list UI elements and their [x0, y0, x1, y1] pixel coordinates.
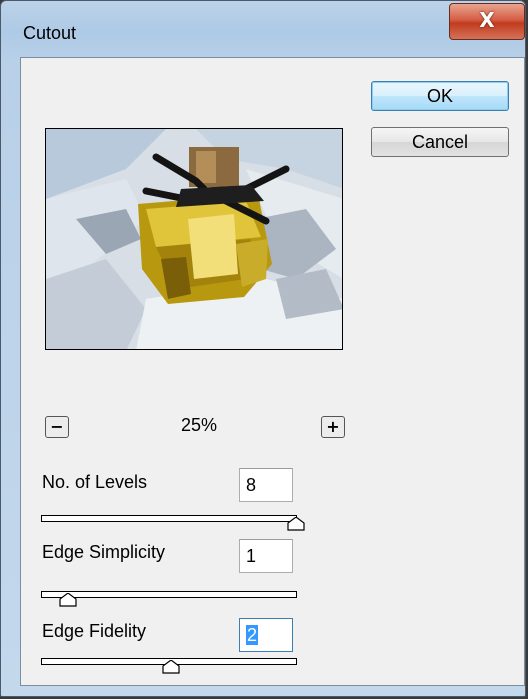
edge-simplicity-slider[interactable]: [41, 591, 297, 598]
preview-image[interactable]: [45, 128, 343, 350]
plus-icon: +: [326, 417, 340, 436]
edge-simplicity-slider-thumb[interactable]: [59, 593, 77, 607]
edge-fidelity-field[interactable]: 2: [239, 618, 293, 652]
window-title: Cutout: [23, 23, 77, 43]
close-button[interactable]: X: [449, 3, 525, 40]
ok-button[interactable]: OK: [371, 81, 509, 111]
zoom-out-button[interactable]: −: [45, 416, 69, 438]
perfume-bottle-preview-icon: [46, 129, 342, 349]
cancel-button[interactable]: Cancel: [371, 127, 509, 157]
cutout-dialog: Cutout X OK Cancel − 25% + No. of Levels…: [0, 0, 526, 697]
levels-slider[interactable]: [41, 515, 297, 522]
levels-field[interactable]: 8: [239, 468, 293, 502]
zoom-level: 25%: [181, 415, 218, 435]
edge-fidelity-label: Edge Fidelity: [42, 621, 147, 641]
dialog-client-area: OK Cancel − 25% + No. of Levels 8 Edge S…: [20, 57, 525, 686]
title-bar[interactable]: Cutout X: [1, 1, 525, 57]
edge-simplicity-label: Edge Simplicity: [42, 542, 166, 562]
zoom-in-button[interactable]: +: [321, 416, 345, 438]
levels-slider-thumb[interactable]: [287, 517, 305, 531]
edge-fidelity-slider-thumb[interactable]: [162, 660, 180, 674]
edge-fidelity-selected-text: 2: [246, 625, 259, 645]
minus-icon: −: [50, 417, 64, 436]
edge-simplicity-field[interactable]: 1: [239, 539, 293, 573]
close-icon: X: [479, 8, 495, 32]
levels-label: No. of Levels: [42, 472, 148, 492]
